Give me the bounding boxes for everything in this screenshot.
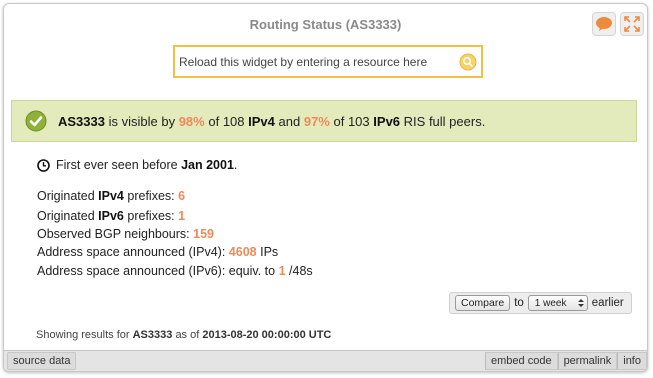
permalink-link[interactable]: permalink: [557, 352, 618, 370]
compare-bar: Compare to 1 week earlier: [449, 292, 632, 314]
space-ipv4-label: Address space announced (IPv4):: [37, 245, 226, 259]
first-seen-date: Jan 2001: [181, 158, 234, 172]
space-ipv6-value: 1: [278, 264, 286, 278]
banner-text-5: RIS full peers.: [403, 113, 486, 129]
ipv6-prefixes-post: prefixes:: [127, 209, 175, 223]
compare-button[interactable]: Compare: [455, 295, 511, 311]
feedback-button[interactable]: [592, 12, 616, 36]
ipv4-prefixes-pre: Originated: [37, 189, 95, 203]
ipv6-prefixes-value: 1: [178, 209, 186, 223]
period-select-value: 1 week: [534, 297, 567, 309]
space-ipv6-line: Address space announced (IPv6): equiv. t…: [37, 264, 313, 278]
magnifier-icon: [459, 53, 477, 70]
maximize-button[interactable]: [620, 12, 644, 36]
space-ipv4-line: Address space announced (IPv4): 4608 IPs: [37, 245, 278, 259]
select-arrows-icon: [577, 299, 584, 307]
banner-asn: AS3333: [58, 113, 105, 129]
banner-ipv6-label: IPv6: [373, 113, 401, 129]
status-asn: AS3333: [132, 329, 173, 341]
space-ipv4-value: 4608: [228, 245, 257, 259]
info-link[interactable]: info: [617, 352, 647, 370]
first-seen-suffix: .: [233, 158, 238, 172]
status-timestamp: 2013-08-20 00:00:00 UTC: [202, 329, 332, 341]
space-ipv4-unit: IPs: [260, 245, 279, 259]
space-ipv6-unit: /48s: [289, 264, 313, 278]
bgp-neighbours-line: Observed BGP neighbours: 159: [37, 227, 214, 241]
period-select[interactable]: 1 week: [527, 295, 588, 311]
visibility-text: AS3333 is visible by 98% of 108 IPv4 and…: [58, 114, 485, 129]
resource-input[interactable]: [179, 54, 449, 69]
widget-footer: source data embed code permalink info: [4, 350, 647, 371]
status-mid: as of: [175, 329, 200, 341]
ipv6-prefixes-pre: Originated: [37, 209, 95, 223]
reload-resource-box: [173, 45, 483, 78]
widget-title: Routing Status (AS3333): [249, 17, 402, 32]
magnifier-button[interactable]: [459, 53, 477, 71]
banner-text-4: of 103: [333, 113, 370, 129]
banner-text-2: of 108: [208, 113, 245, 129]
bgp-neighbours-value: 159: [193, 227, 214, 241]
source-data-link[interactable]: source data: [7, 352, 77, 370]
banner-text-1: is visible by: [108, 113, 176, 129]
compare-to-label: to: [514, 297, 524, 309]
ipv6-prefixes-bold: IPv6: [98, 209, 124, 223]
ipv4-visibility-pct: 98%: [178, 113, 205, 129]
visibility-banner: AS3333 is visible by 98% of 108 IPv4 and…: [11, 100, 637, 142]
ipv6-visibility-pct: 97%: [303, 113, 330, 129]
ipv4-prefixes-bold: IPv4: [98, 189, 124, 203]
ipv4-prefixes-value: 6: [178, 189, 186, 203]
results-status: Showing results for AS3333 as of 2013-08…: [36, 329, 331, 341]
expand-icon: [624, 16, 640, 32]
ipv6-prefixes-line: Originated IPv6 prefixes: 1: [37, 209, 185, 223]
banner-ipv4-label: IPv4: [248, 113, 275, 129]
footer-links: embed code permalink info: [485, 352, 647, 370]
routing-status-widget: Routing Status (AS3333) Reload this widg…: [3, 3, 648, 372]
ipv4-prefixes-post: prefixes:: [127, 189, 175, 203]
ipv4-prefixes-line: Originated IPv4 prefixes: 6: [37, 189, 185, 203]
banner-text-3: and: [278, 113, 301, 129]
bgp-neighbours-label: Observed BGP neighbours:: [37, 227, 190, 241]
compare-earlier-label: earlier: [591, 297, 624, 309]
status-prefix: Showing results for: [36, 329, 130, 341]
first-seen-line: First ever seen before Jan 2001.: [37, 158, 237, 172]
first-seen-prefix: First ever seen before: [56, 158, 178, 172]
embed-code-link[interactable]: embed code: [485, 352, 558, 370]
speech-bubble-icon: [596, 17, 612, 31]
space-ipv6-label: Address space announced (IPv6): equiv. t…: [37, 264, 276, 278]
clock-icon: [37, 158, 50, 172]
checkmark-icon: [25, 110, 47, 132]
